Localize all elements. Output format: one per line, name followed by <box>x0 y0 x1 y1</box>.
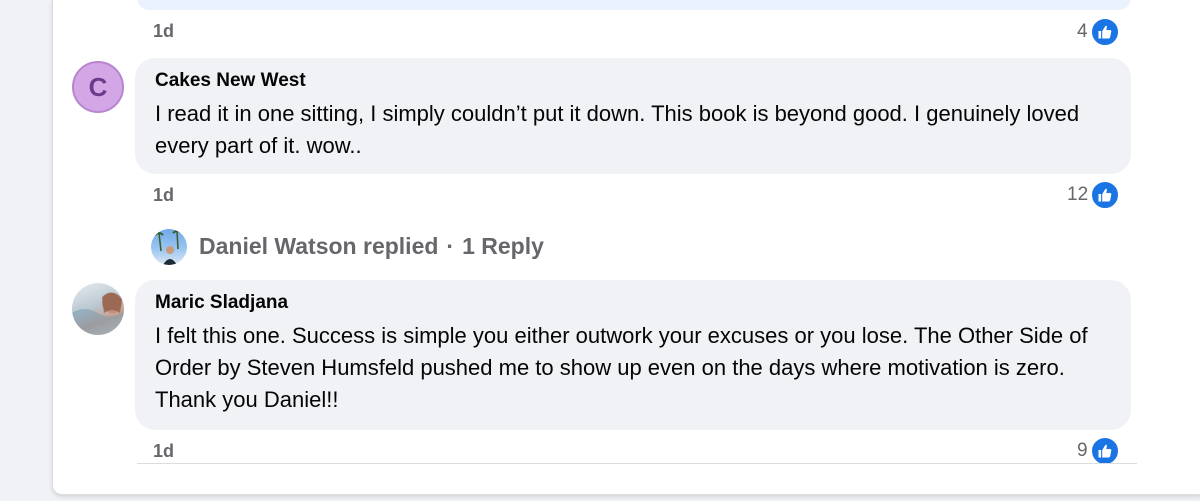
comment-author[interactable]: Maric Sladjana <box>155 292 1111 314</box>
reaction-count[interactable]: 4 <box>1077 17 1120 47</box>
comment-timestamp[interactable]: 1d <box>153 441 174 462</box>
like-count: 9 <box>1077 440 1088 461</box>
comment-timestamp[interactable]: 1d <box>153 21 174 42</box>
like-count: 12 <box>1067 184 1089 205</box>
divider <box>137 463 1137 464</box>
thumbs-up-icon <box>1089 17 1120 47</box>
reaction-count[interactable]: 12 <box>1067 180 1121 210</box>
comment-bubble: Cakes New West I read it in one sitting,… <box>135 58 1131 174</box>
previous-comment-bubble <box>137 0 1131 10</box>
thumbs-up-icon <box>1090 180 1121 210</box>
comment-bubble: Maric Sladjana I felt this one. Success … <box>135 280 1131 430</box>
reaction-count[interactable]: 9 <box>1077 436 1120 466</box>
like-count: 4 <box>1077 21 1088 42</box>
comments-panel: 1d 4 C Cakes New West I read it in one s… <box>52 0 1200 495</box>
comment-author[interactable]: Cakes New West <box>155 70 1111 92</box>
avatar-letter: C <box>88 71 108 102</box>
view-replies-link[interactable]: Daniel Watson replied · 1 Reply <box>199 233 544 260</box>
replier-name: Daniel Watson replied <box>199 233 439 259</box>
avatar[interactable]: C <box>72 61 124 113</box>
comment-text: I read it in one sitting, I simply could… <box>155 101 1080 158</box>
separator-dot: · <box>446 233 455 259</box>
comment-timestamp[interactable]: 1d <box>153 185 174 206</box>
thumbs-up-icon <box>1089 436 1120 466</box>
reply-count: 1 Reply <box>462 233 544 259</box>
replier-avatar[interactable] <box>151 229 187 265</box>
avatar[interactable] <box>72 283 124 335</box>
comment-text: I felt this one. Success is simple you e… <box>155 323 1088 412</box>
